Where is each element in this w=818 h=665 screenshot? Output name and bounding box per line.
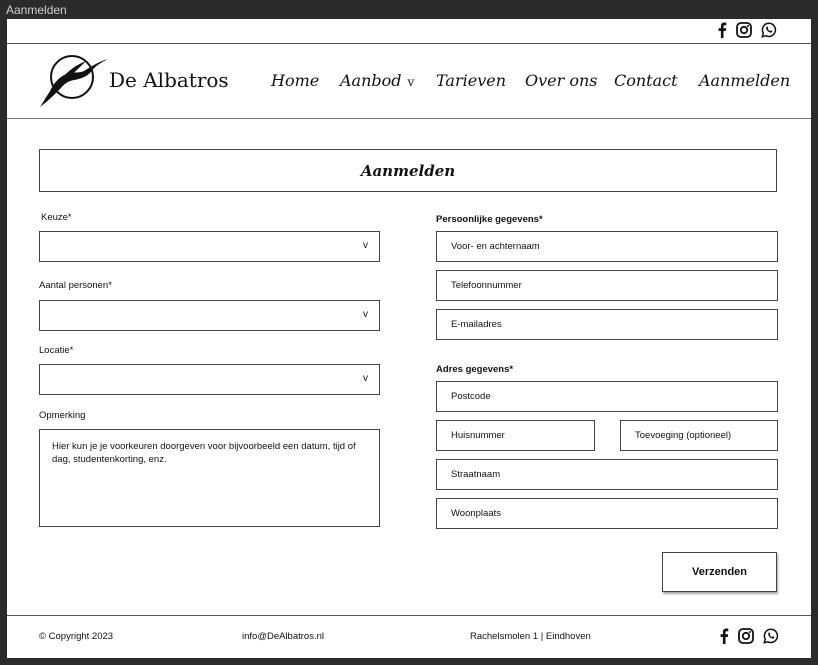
nav-over-ons[interactable]: Over ons xyxy=(525,71,598,90)
form-title: Aanmelden xyxy=(39,149,777,192)
email-input[interactable]: E-mailadres xyxy=(436,309,778,340)
whatsapp-icon[interactable] xyxy=(761,22,777,38)
nav-tarieven[interactable]: Tarieven xyxy=(436,71,506,90)
toevoeging-input[interactable]: Toevoeging (optioneel) xyxy=(620,420,778,451)
chevron-down-icon: v xyxy=(363,309,368,320)
albatros-logo-icon[interactable] xyxy=(38,51,110,109)
woonplaats-input[interactable]: Woonplaats xyxy=(436,498,778,529)
site-header: De Albatros Home Aanbod v Tarieven Over o… xyxy=(7,44,811,119)
footer-copyright: © Copyright 2023 xyxy=(39,631,114,642)
site-footer: © Copyright 2023 info@DeAlbatros.nl Rach… xyxy=(7,615,811,659)
chevron-down-icon: v xyxy=(363,373,368,384)
nav-aanmelden[interactable]: Aanmelden xyxy=(699,71,790,90)
opmerking-label: Opmerking xyxy=(39,410,86,421)
facebook-icon[interactable] xyxy=(717,22,727,38)
personen-select[interactable]: v xyxy=(39,300,380,331)
footer-email-link[interactable]: info@DeAlbatros.nl xyxy=(242,631,324,642)
locatie-label: Locatie* xyxy=(39,345,74,356)
keuze-label: Keuze* xyxy=(41,212,72,223)
straatnaam-input[interactable]: Straatnaam xyxy=(436,459,778,490)
facebook-icon[interactable] xyxy=(719,628,729,644)
instagram-icon[interactable] xyxy=(738,628,754,644)
locatie-select[interactable]: v xyxy=(39,364,380,395)
huisnummer-input[interactable]: Huisnummer xyxy=(436,420,595,451)
chevron-down-icon: v xyxy=(407,75,415,89)
nav-aanbod-label: Aanbod xyxy=(340,71,402,90)
instagram-icon[interactable] xyxy=(736,22,752,38)
top-social-links xyxy=(717,22,777,38)
telefoon-input[interactable]: Telefoonnummer xyxy=(436,270,778,301)
page: De Albatros Home Aanbod v Tarieven Over o… xyxy=(7,19,811,658)
footer-social-links xyxy=(719,628,779,644)
whatsapp-icon[interactable] xyxy=(763,628,779,644)
nav-contact[interactable]: Contact xyxy=(614,71,678,90)
postcode-input[interactable]: Postcode xyxy=(436,381,778,412)
top-bar xyxy=(7,19,811,44)
nav-aanbod[interactable]: Aanbod v xyxy=(340,71,414,90)
brand-name[interactable]: De Albatros xyxy=(109,68,229,92)
verzenden-button[interactable]: Verzenden xyxy=(662,552,777,592)
chevron-down-icon: v xyxy=(363,240,368,251)
personen-label: Aantal personen* xyxy=(39,280,112,291)
opmerking-textarea[interactable]: Hier kun je je voorkeuren doorgeven voor… xyxy=(39,429,380,527)
adres-label: Adres gegevens* xyxy=(436,364,514,375)
window-title: Aanmelden xyxy=(6,3,67,17)
keuze-select[interactable]: v xyxy=(39,231,380,262)
naam-input[interactable]: Voor- en achternaam xyxy=(436,231,778,262)
footer-address: Rachelsmolen 1 | Eindhoven xyxy=(470,631,591,642)
nav-home[interactable]: Home xyxy=(271,71,319,90)
persoonlijk-label: Persoonlijke gegevens* xyxy=(436,214,543,225)
